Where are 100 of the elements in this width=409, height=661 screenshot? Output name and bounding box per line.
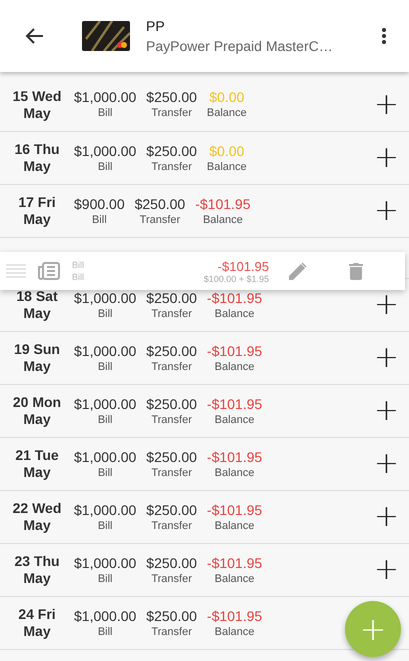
balance-label: Balance (214, 412, 254, 426)
transfer-amount: $250.00 (146, 608, 197, 624)
month-label: May (23, 104, 51, 122)
subtitle: PayPower Prepaid MasterC… (146, 38, 334, 54)
add-button[interactable]: + (374, 143, 399, 173)
balance-label: Balance (206, 106, 247, 120)
balance-label: Balance (214, 306, 254, 320)
transfer-amount: $250.00 (134, 196, 186, 212)
transfer-label: Transfer (151, 624, 192, 638)
balance-amount: -$101.95 (206, 448, 262, 466)
newspaper-icon (38, 262, 60, 280)
balance-amount: -$101.95 (195, 196, 250, 212)
transfer-label: Transfer (151, 466, 192, 480)
bill-label: Bill (98, 306, 112, 320)
add-button[interactable]: + (374, 396, 399, 426)
month-label: May (23, 158, 51, 175)
month-label: May (23, 517, 51, 534)
back-arrow-icon[interactable] (24, 27, 44, 45)
balance-label: Balance (206, 160, 247, 174)
drag-handle-icon[interactable] (6, 264, 26, 278)
day-label: 22 Wed (12, 500, 62, 517)
balance-amount: $0.00 (209, 142, 244, 160)
day-label: 21 Tue (15, 447, 59, 464)
add-button[interactable]: + (374, 555, 399, 585)
bill-amount: $900.00 (74, 196, 125, 212)
bill-amount: $1,000.00 (74, 608, 136, 624)
balance-amount: -$101.95 (206, 342, 262, 360)
balance-label: Balance (214, 360, 254, 374)
transfer-label: Transfer (151, 518, 192, 532)
trash-icon[interactable] (349, 262, 363, 280)
add-button[interactable]: + (374, 343, 399, 373)
balance-label: Balance (214, 518, 254, 532)
transfer-label: Transfer (151, 160, 192, 174)
bill-amount: $1,000.00 (74, 89, 136, 106)
bill-label: Bill (98, 160, 112, 174)
transfer-label: Transfer (151, 306, 192, 320)
transfer-amount: $250.00 (146, 554, 197, 572)
item-name: Bill (72, 271, 84, 283)
balance-amount: -$101.95 (206, 290, 262, 306)
add-button[interactable]: + (374, 502, 399, 532)
title: PP (146, 18, 166, 34)
dragged-item-card[interactable]: Bill Bill -$101.95 $100.00 + $1.95 (0, 252, 405, 290)
bill-amount: $1,000.00 (74, 448, 136, 466)
add-button[interactable]: + (374, 90, 399, 120)
transfer-amount: $250.00 (146, 89, 197, 106)
bill-label: Bill (98, 412, 112, 426)
transfer-label: Transfer (140, 212, 180, 226)
add-button[interactable]: + (374, 290, 399, 320)
bill-label: Bill (98, 572, 112, 586)
bill-amount: $1,000.00 (74, 142, 136, 160)
transfer-label: Transfer (151, 360, 192, 374)
transfer-amount: $250.00 (146, 142, 197, 160)
bill-amount: $1,000.00 (74, 554, 136, 572)
month-label: May (23, 211, 51, 228)
day-label: 16 Thu (14, 141, 60, 158)
balance-amount: -$101.95 (206, 608, 262, 624)
pencil-icon[interactable] (289, 262, 307, 280)
month-label: May (23, 358, 51, 375)
bill-amount: $1,000.00 (74, 290, 136, 306)
transfer-label: Transfer (151, 572, 192, 586)
bill-label: Bill (98, 624, 112, 638)
balance-label: Balance (214, 466, 254, 480)
category-label: Bill (72, 259, 84, 271)
day-label: 17 Fri (18, 194, 56, 211)
day-label: 18 Sat (16, 288, 58, 305)
bill-amount: $1,000.00 (74, 342, 136, 360)
balance-label: Balance (214, 624, 254, 638)
day-label: 24 Fri (18, 606, 56, 623)
transfer-label: Transfer (151, 412, 192, 426)
month-label: May (23, 305, 51, 322)
month-label: May (23, 411, 51, 428)
card-icon (82, 21, 130, 51)
transfer-amount: $250.00 (146, 342, 197, 360)
day-label: 19 Sun (14, 341, 60, 358)
month-label: May (23, 570, 51, 587)
month-label: May (23, 623, 51, 640)
transfer-amount: $250.00 (146, 448, 197, 466)
bill-label: Bill (98, 106, 112, 120)
balance-label: Balance (202, 212, 243, 226)
more-icon[interactable] (381, 27, 387, 45)
month-label: May (23, 464, 51, 481)
balance-label: Balance (214, 572, 254, 586)
amount-breakdown: $100.00 + $1.95 (204, 274, 269, 284)
add-button[interactable]: + (374, 196, 399, 226)
transfer-amount: $250.00 (146, 290, 197, 306)
transfer-amount: $250.00 (146, 502, 197, 518)
transfer-amount: $250.00 (146, 396, 197, 412)
balance-amount: -$101.95 (206, 502, 262, 518)
bill-label: Bill (98, 466, 112, 480)
balance-amount: -$101.95 (206, 396, 262, 412)
add-button[interactable]: + (374, 449, 399, 479)
day-label: 23 Thu (14, 553, 60, 570)
day-label: 20 Mon (12, 394, 62, 411)
bill-label: Bill (92, 212, 107, 226)
bill-amount: $1,000.00 (74, 396, 136, 412)
bill-label: Bill (98, 518, 112, 532)
item-amount: -$101.95 (218, 258, 269, 274)
balance-amount: $0.00 (209, 89, 244, 106)
bill-label: Bill (98, 360, 112, 374)
transfer-label: Transfer (151, 106, 192, 120)
